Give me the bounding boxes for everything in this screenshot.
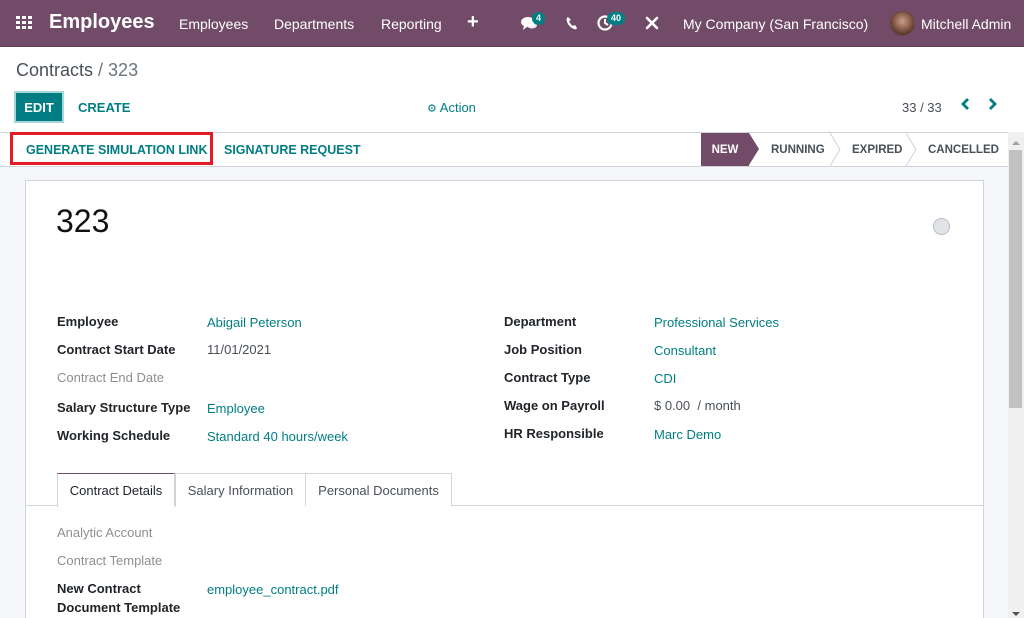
tab-personal-documents[interactable]: Personal Documents <box>305 473 452 506</box>
edit-button[interactable]: EDIT <box>14 91 64 123</box>
stage-separator <box>905 133 917 166</box>
stage-separator <box>829 133 841 166</box>
department-value[interactable]: Professional Services <box>654 315 779 330</box>
vertical-scrollbar[interactable] <box>1008 132 1024 618</box>
new-contract-document-template-label-line2: Document Template <box>57 600 181 615</box>
new-contract-document-template-label-line1: New Contract <box>57 581 141 596</box>
employee-label: Employee <box>57 314 119 329</box>
stage-new-arrow <box>749 133 759 165</box>
contract-type-value[interactable]: CDI <box>654 371 676 386</box>
pager-value: 33 / 33 <box>902 100 942 115</box>
breadcrumb: Contracts / 323 <box>16 60 138 81</box>
new-contract-document-template-value[interactable]: employee_contract.pdf <box>207 582 339 597</box>
debug-tools-button[interactable] <box>645 16 659 35</box>
wage-amount: $ 0.00 <box>654 398 691 413</box>
stage-expired[interactable]: EXPIRED <box>852 133 903 166</box>
working-schedule-label: Working Schedule <box>57 428 171 443</box>
app-menu-grid-icon[interactable] <box>16 16 32 30</box>
contract-start-date-value: 11/01/2021 <box>207 342 272 357</box>
employee-value[interactable]: Abigail Peterson <box>207 315 302 330</box>
gear-icon: ⚙ <box>427 103 437 115</box>
menu-employees[interactable]: Employees <box>179 16 248 32</box>
hr-responsible-label: HR Responsible <box>504 426 604 441</box>
record-title: 323 <box>56 203 110 239</box>
activities-badge: 40 <box>607 12 626 25</box>
tab-salary-information[interactable]: Salary Information <box>175 473 306 506</box>
scroll-down-arrow-icon[interactable] <box>1012 612 1020 616</box>
breadcrumb-contracts-link[interactable]: Contracts <box>16 60 93 80</box>
menu-reporting[interactable]: Reporting <box>381 16 442 32</box>
plus-icon[interactable]: + <box>467 11 479 34</box>
scroll-thumb[interactable] <box>1009 150 1022 408</box>
action-menu-button[interactable]: ⚙ Action <box>427 100 476 115</box>
top-navbar: Employees Employees Departments Reportin… <box>0 0 1024 47</box>
contract-end-date-label: Contract End Date <box>57 370 164 385</box>
job-position-value[interactable]: Consultant <box>654 343 716 358</box>
menu-departments[interactable]: Departments <box>274 16 354 32</box>
kanban-state-indicator[interactable] <box>933 218 950 235</box>
create-button[interactable]: CREATE <box>78 100 130 115</box>
status-bar: GENERATE SIMULATION LINK SIGNATURE REQUE… <box>0 132 1008 167</box>
user-menu[interactable]: Mitchell Admin <box>921 16 1011 32</box>
working-schedule-value[interactable]: Standard 40 hours/week <box>207 429 348 444</box>
hr-responsible-value[interactable]: Marc Demo <box>654 427 721 442</box>
stage-cancelled[interactable]: CANCELLED <box>928 133 999 166</box>
messages-badge: 4 <box>532 12 546 25</box>
contract-type-label: Contract Type <box>504 370 591 385</box>
wage-on-payroll-label: Wage on Payroll <box>504 398 605 413</box>
stage-running[interactable]: RUNNING <box>771 133 825 166</box>
pager-previous-button[interactable] <box>960 97 970 116</box>
salary-structure-type-value[interactable]: Employee <box>207 401 265 416</box>
wage-on-payroll-value: $ 0.00 / month <box>654 398 741 413</box>
salary-structure-type-label: Salary Structure Type <box>57 400 191 415</box>
tab-contract-details[interactable]: Contract Details <box>57 473 175 507</box>
action-label: Action <box>439 100 476 115</box>
contract-start-date-label: Contract Start Date <box>57 342 176 357</box>
user-avatar[interactable] <box>890 11 915 36</box>
company-switcher[interactable]: My Company (San Francisco) <box>683 16 868 32</box>
chevron-right-icon <box>989 98 997 110</box>
phone-icon <box>566 17 577 30</box>
analytic-account-label: Analytic Account <box>57 525 153 540</box>
tools-icon <box>645 16 659 30</box>
pager-next-button[interactable] <box>988 97 998 116</box>
app-title: Employees <box>49 11 155 33</box>
department-label: Department <box>504 314 577 329</box>
phone-button[interactable] <box>565 15 579 36</box>
stage-new[interactable]: NEW <box>701 133 749 166</box>
breadcrumb-current: 323 <box>108 60 139 80</box>
wage-period: / month <box>697 398 741 413</box>
chevron-left-icon <box>961 98 969 110</box>
contract-template-label: Contract Template <box>57 553 163 568</box>
generate-simulation-link-button[interactable]: GENERATE SIMULATION LINK <box>26 143 207 157</box>
scroll-up-arrow-icon[interactable] <box>1012 141 1020 145</box>
job-position-label: Job Position <box>504 342 582 357</box>
breadcrumb-separator: / <box>93 60 109 80</box>
signature-request-button[interactable]: SIGNATURE REQUEST <box>224 143 361 157</box>
